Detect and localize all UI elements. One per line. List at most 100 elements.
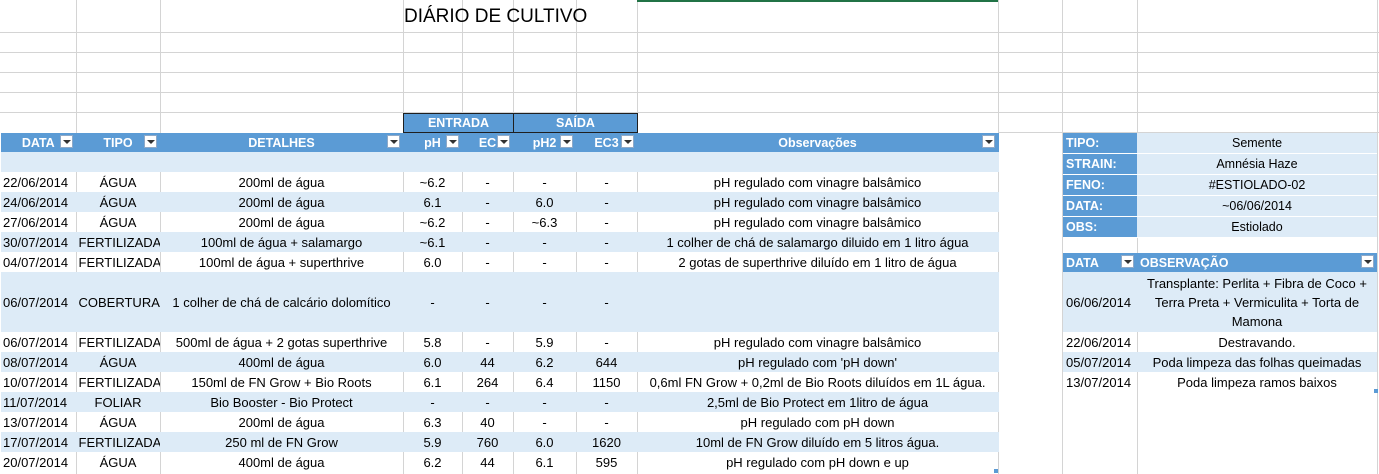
filter-dropdown-icon[interactable] xyxy=(59,135,73,148)
table-cell[interactable]: 13/07/2014 xyxy=(1,412,77,432)
table-cell[interactable]: ~6.3 xyxy=(513,212,577,232)
table-cell[interactable]: 6.2 xyxy=(513,352,577,372)
table-cell[interactable]: 6.1 xyxy=(403,192,463,212)
table-cell[interactable]: 200ml de água xyxy=(160,212,404,232)
table-cell[interactable]: - xyxy=(462,172,514,192)
info-value[interactable]: #ESTIOLADO-02 xyxy=(1137,174,1377,196)
table-cell[interactable]: ÁGUA xyxy=(76,192,161,212)
empty-cell[interactable] xyxy=(576,152,638,172)
table-cell[interactable]: - xyxy=(462,232,514,252)
table-cell[interactable]: - xyxy=(513,172,577,192)
table-cell[interactable]: - xyxy=(513,232,577,252)
table-cell[interactable]: 644 xyxy=(576,352,638,372)
table-cell[interactable]: 6.3 xyxy=(403,412,463,432)
table-cell[interactable]: - xyxy=(403,272,463,332)
table-cell[interactable]: 5.8 xyxy=(403,332,463,352)
table-cell[interactable]: 6.1 xyxy=(513,452,577,472)
filter-dropdown-icon[interactable] xyxy=(386,135,400,148)
table-cell[interactable]: FERTILIZADA xyxy=(76,432,161,452)
table-cell[interactable] xyxy=(637,272,999,332)
table-cell[interactable]: 200ml de água xyxy=(160,192,404,212)
table-cell[interactable]: ~6.2 xyxy=(403,212,463,232)
empty-cell[interactable] xyxy=(637,152,999,172)
table-cell[interactable]: 264 xyxy=(462,372,514,392)
table-cell[interactable]: 20/07/2014 xyxy=(1,452,77,472)
table-cell[interactable]: - xyxy=(462,212,514,232)
table-cell[interactable]: 100ml de água + superthrive xyxy=(160,252,404,272)
log-date[interactable]: 05/07/2014 xyxy=(1063,352,1137,372)
table-cell[interactable]: 400ml de água xyxy=(160,452,404,472)
table-cell[interactable]: - xyxy=(576,192,638,212)
table-cell[interactable]: - xyxy=(462,392,514,412)
log-date[interactable]: 13/07/2014 xyxy=(1063,372,1137,392)
info-value[interactable]: Amnésia Haze xyxy=(1137,153,1377,175)
table-cell[interactable]: 500ml de água + 2 gotas superthrive xyxy=(160,332,404,352)
table-cell[interactable]: pH regulado com vinagre balsâmico xyxy=(637,172,999,192)
table-cell[interactable]: 6.2 xyxy=(403,452,463,472)
table-cell[interactable]: - xyxy=(576,412,638,432)
table-cell[interactable]: ~6.1 xyxy=(403,232,463,252)
table-cell[interactable]: 595 xyxy=(576,452,638,472)
table-cell[interactable]: - xyxy=(403,392,463,412)
table-cell[interactable]: 2,5ml de Bio Protect em 1litro de água xyxy=(637,392,999,412)
table-cell[interactable]: 10/07/2014 xyxy=(1,372,77,392)
filter-dropdown-icon[interactable] xyxy=(559,135,573,148)
table-cell[interactable]: 6.0 xyxy=(513,192,577,212)
table-resize-handle[interactable] xyxy=(994,469,998,473)
table-cell[interactable]: 6.1 xyxy=(403,372,463,392)
table-cell[interactable]: 5.9 xyxy=(513,332,577,352)
table-cell[interactable]: FERTILIZADA xyxy=(76,252,161,272)
empty-cell[interactable] xyxy=(1,152,77,172)
log-observation[interactable]: Poda limpeza ramos baixos xyxy=(1137,372,1377,392)
log-table-resize-handle[interactable] xyxy=(1374,389,1378,393)
table-cell[interactable]: FERTILIZADA xyxy=(76,372,161,392)
info-value[interactable]: Semente xyxy=(1137,133,1377,154)
table-cell[interactable]: - xyxy=(576,212,638,232)
table-cell[interactable]: 11/07/2014 xyxy=(1,392,77,412)
table-cell[interactable]: ~6.2 xyxy=(403,172,463,192)
table-cell[interactable]: 6.0 xyxy=(403,252,463,272)
table-cell[interactable]: 250 ml de FN Grow xyxy=(160,432,404,452)
table-cell[interactable]: - xyxy=(576,172,638,192)
table-cell[interactable]: ÁGUA xyxy=(76,452,161,472)
table-cell[interactable]: - xyxy=(513,252,577,272)
table-cell[interactable]: 100ml de água + salamargo xyxy=(160,232,404,252)
info-value[interactable]: Estiolado xyxy=(1137,216,1377,238)
table-cell[interactable]: 24/06/2014 xyxy=(1,192,77,212)
table-cell[interactable]: ÁGUA xyxy=(76,412,161,432)
table-cell[interactable]: 1620 xyxy=(576,432,638,452)
table-cell[interactable]: 6.0 xyxy=(403,352,463,372)
table-cell[interactable]: pH regulado com vinagre balsâmico xyxy=(637,212,999,232)
table-cell[interactable]: 5.9 xyxy=(403,432,463,452)
empty-cell[interactable] xyxy=(403,152,463,172)
table-cell[interactable]: 6.4 xyxy=(513,372,577,392)
filter-dropdown-icon[interactable] xyxy=(620,135,634,148)
filter-dropdown-icon[interactable] xyxy=(981,135,995,148)
table-cell[interactable]: 760 xyxy=(462,432,514,452)
log-observation[interactable]: Transplante: Perlita + Fibra de Coco + T… xyxy=(1137,272,1377,332)
filter-dropdown-icon[interactable] xyxy=(1361,255,1374,268)
table-cell[interactable]: 200ml de água xyxy=(160,412,404,432)
table-cell[interactable]: - xyxy=(513,272,577,332)
log-date[interactable]: 06/06/2014 xyxy=(1063,272,1137,332)
table-cell[interactable]: COBERTURA xyxy=(76,272,161,332)
table-cell[interactable]: 30/07/2014 xyxy=(1,232,77,252)
table-cell[interactable]: 1 colher de chá de calcário dolomítico xyxy=(160,272,404,332)
filter-dropdown-icon[interactable] xyxy=(496,135,510,148)
filter-dropdown-icon[interactable] xyxy=(143,135,157,148)
table-cell[interactable]: 04/07/2014 xyxy=(1,252,77,272)
table-cell[interactable]: ÁGUA xyxy=(76,352,161,372)
empty-cell[interactable] xyxy=(76,152,161,172)
table-cell[interactable]: - xyxy=(576,332,638,352)
table-cell[interactable]: - xyxy=(462,252,514,272)
filter-dropdown-icon[interactable] xyxy=(445,135,459,148)
table-cell[interactable]: 06/07/2014 xyxy=(1,272,77,332)
table-cell[interactable]: 6.0 xyxy=(513,432,577,452)
table-cell[interactable]: pH regulado com vinagre balsâmico xyxy=(637,332,999,352)
table-cell[interactable]: 44 xyxy=(462,452,514,472)
table-cell[interactable]: 1 colher de chá de salamargo diluido em … xyxy=(637,232,999,252)
table-cell[interactable]: 200ml de água xyxy=(160,172,404,192)
table-cell[interactable]: 150ml de FN Grow + Bio Roots xyxy=(160,372,404,392)
table-cell[interactable]: 27/06/2014 xyxy=(1,212,77,232)
log-observation[interactable]: Poda limpeza das folhas queimadas xyxy=(1137,352,1377,372)
